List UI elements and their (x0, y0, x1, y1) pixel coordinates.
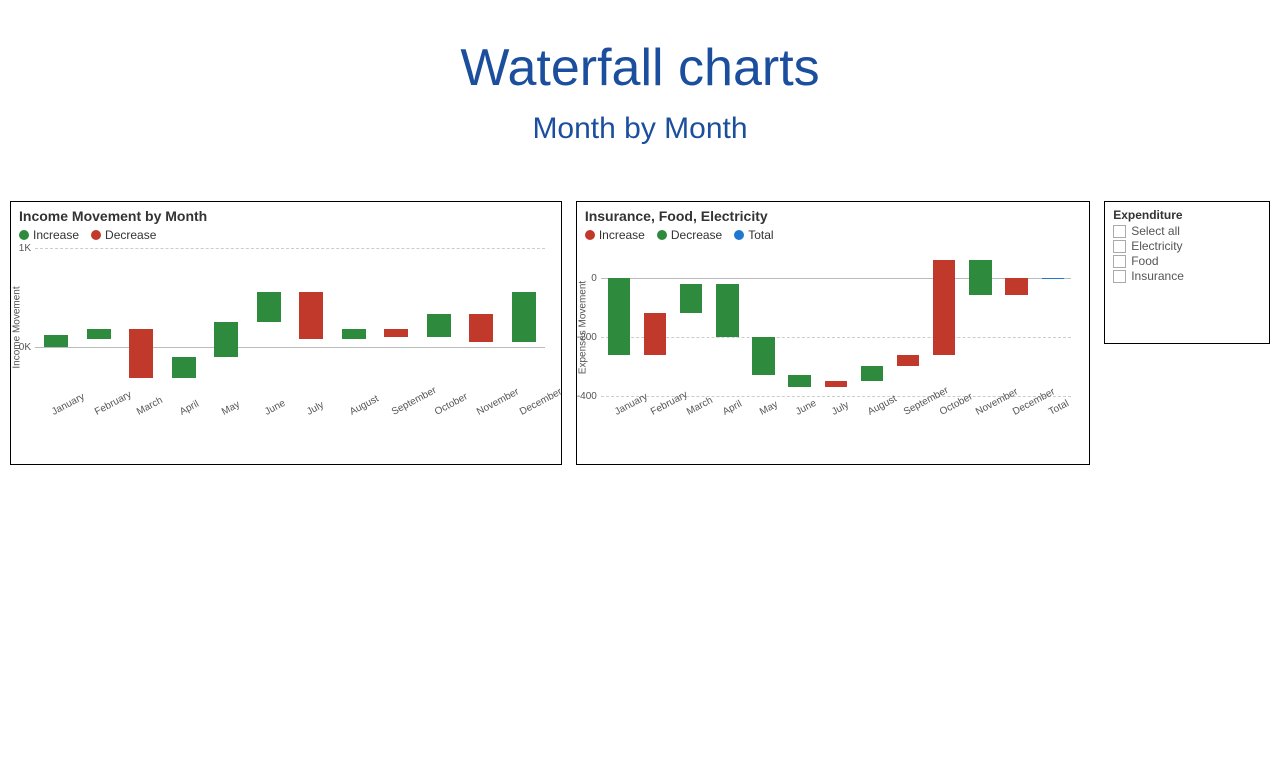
waterfall-bar (644, 313, 666, 354)
waterfall-bar (87, 329, 111, 339)
legend-increase: Increase (19, 228, 79, 242)
income-legend: Increase Decrease (11, 226, 561, 248)
waterfall-bar (897, 355, 919, 367)
waterfall-bar (608, 278, 630, 355)
waterfall-bar (427, 314, 451, 337)
x-label: Total (1047, 398, 1071, 418)
waterfall-bar (1042, 278, 1064, 279)
checkbox-icon[interactable] (1113, 240, 1126, 253)
checkbox-icon[interactable] (1113, 225, 1126, 238)
x-label: August (866, 393, 899, 417)
expenses-chart-panel: Insurance, Food, Electricity Increase De… (576, 201, 1090, 465)
waterfall-bar (1005, 278, 1027, 296)
waterfall-bar (299, 292, 323, 338)
page-title: Waterfall charts (0, 38, 1280, 98)
waterfall-bar (469, 314, 493, 342)
zero-line (601, 278, 1071, 279)
waterfall-bar (861, 366, 883, 381)
x-label: April (178, 399, 201, 418)
square-icon (19, 230, 29, 240)
expenses-legend: Increase Decrease Total (577, 226, 1089, 248)
square-icon (657, 230, 667, 240)
waterfall-bar (214, 322, 238, 357)
waterfall-bar (933, 260, 955, 355)
income-chart-title: Income Movement by Month (11, 202, 561, 226)
filter-select-all[interactable]: Select all (1113, 224, 1261, 238)
waterfall-bar (384, 329, 408, 337)
x-label: May (758, 399, 780, 418)
income-xaxis: JanuaryFebruaryMarchAprilMayJuneJulyAugu… (35, 402, 545, 442)
x-label: June (263, 398, 287, 418)
expenses-chart-title: Insurance, Food, Electricity (577, 202, 1089, 226)
x-label: August (348, 393, 381, 417)
waterfall-bar (752, 337, 774, 375)
waterfall-bar (825, 381, 847, 387)
waterfall-bar (716, 284, 738, 337)
waterfall-bar (680, 284, 702, 314)
legend-decrease: Decrease (657, 228, 722, 242)
square-icon (585, 230, 595, 240)
filter-food[interactable]: Food (1113, 254, 1261, 268)
income-ylabel: Income Movement (12, 286, 23, 368)
waterfall-bar (44, 335, 68, 347)
income-chart-panel: Income Movement by Month Increase Decrea… (10, 201, 562, 465)
x-label: June (794, 398, 818, 418)
x-label: May (220, 399, 242, 418)
zero-line (35, 347, 545, 348)
waterfall-bar (512, 292, 536, 341)
filter-title: Expenditure (1113, 208, 1261, 222)
checkbox-icon[interactable] (1113, 270, 1126, 283)
filter-electricity[interactable]: Electricity (1113, 239, 1261, 253)
x-label: July (830, 400, 851, 418)
page-subtitle: Month by Month (0, 112, 1280, 146)
gridline: 1K (35, 248, 545, 249)
x-label: April (721, 399, 744, 418)
legend-decrease: Decrease (91, 228, 156, 242)
x-label: July (305, 400, 326, 418)
waterfall-bar (342, 329, 366, 339)
x-label: March (135, 395, 165, 418)
waterfall-bar (969, 260, 991, 296)
square-icon (734, 230, 744, 240)
legend-total: Total (734, 228, 773, 242)
waterfall-bar (129, 329, 153, 378)
waterfall-bar (172, 357, 196, 379)
filter-insurance[interactable]: Insurance (1113, 269, 1261, 283)
checkbox-icon[interactable] (1113, 255, 1126, 268)
expenditure-filter: Expenditure Select all Electricity Food … (1104, 201, 1270, 344)
expenses-xaxis: JanuaryFebruaryMarchAprilMayJuneJulyAugu… (601, 402, 1071, 442)
waterfall-bar (257, 292, 281, 322)
legend-increase: Increase (585, 228, 645, 242)
square-icon (91, 230, 101, 240)
gridline: -200 (601, 337, 1071, 338)
expenses-ylabel: Expenses Movement (577, 281, 588, 374)
waterfall-bar (788, 375, 810, 387)
